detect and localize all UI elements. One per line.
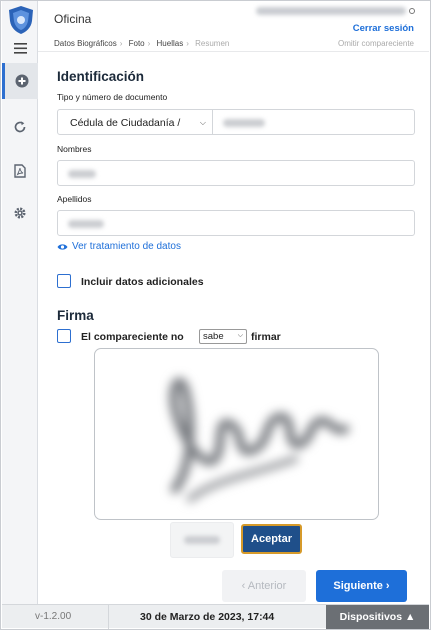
- signature-heading: Firma: [57, 308, 94, 323]
- privacy-link[interactable]: Ver tratamiento de datos: [57, 241, 181, 252]
- next-button[interactable]: Siguiente ›: [316, 570, 407, 602]
- signature-drawing: [169, 377, 350, 503]
- cannot-sign-checkbox[interactable]: [57, 329, 71, 343]
- identification-heading: Identificación: [57, 69, 145, 84]
- divider: [38, 51, 429, 52]
- version-label: v-1.2.00: [35, 611, 72, 622]
- previous-button[interactable]: ‹ Anterior: [222, 570, 306, 602]
- chevron-down-icon: ⌵: [237, 332, 243, 339]
- footer-bar: v-1.2.00 30 de Marzo de 2023, 17:44 Disp…: [2, 604, 429, 629]
- step-fingerprints[interactable]: Huellas: [157, 39, 184, 48]
- additional-data-label: Incluir datos adicionales: [81, 276, 204, 288]
- step-summary[interactable]: Resumen: [195, 39, 229, 48]
- devices-button[interactable]: Dispositivos ▲: [326, 605, 429, 629]
- additional-data-checkbox[interactable]: [57, 274, 71, 288]
- accept-signature-button[interactable]: Aceptar: [241, 524, 302, 554]
- page-title: Oficina: [54, 12, 92, 26]
- doc-number-input[interactable]: [212, 109, 415, 135]
- skip-person-link[interactable]: Omitir compareciente: [338, 39, 414, 48]
- privacy-link-label: Ver tratamiento de datos: [72, 241, 181, 252]
- date-label: 30 de Marzo de 2023, 17:44: [140, 611, 275, 623]
- user-name-redacted: [256, 7, 406, 15]
- can-sign-select[interactable]: sabe ⌵: [199, 329, 247, 344]
- status-dot-icon: [409, 8, 415, 14]
- pdf-file-icon[interactable]: [2, 153, 38, 189]
- redacted-value: [68, 170, 96, 178]
- chevron-down-icon: ⌵: [199, 118, 206, 127]
- refresh-icon[interactable]: [2, 109, 38, 145]
- doc-type-select[interactable]: Cédula de Ciudadanía / ⌵: [57, 109, 213, 135]
- clear-signature-button[interactable]: [170, 522, 234, 558]
- eye-icon: [57, 243, 68, 250]
- names-label: Nombres: [57, 144, 92, 154]
- left-rail: [2, 1, 38, 606]
- doc-type-value: Cédula de Ciudadanía /: [70, 117, 181, 129]
- steps-breadcrumb: Datos Biográficos › Foto › Huellas › Resume…: [54, 39, 230, 48]
- cannot-sign-prefix: El compareciente no: [81, 331, 184, 343]
- app-frame: Oficina Cerrar sesión Datos Biográficos ›…: [0, 0, 431, 630]
- surnames-label: Apellidos: [57, 194, 92, 204]
- gear-icon[interactable]: [2, 195, 38, 231]
- names-input[interactable]: [57, 160, 415, 186]
- logout-link[interactable]: Cerrar sesión: [353, 23, 414, 34]
- signature-pad[interactable]: [94, 348, 379, 520]
- surnames-input[interactable]: [57, 210, 415, 236]
- step-photo[interactable]: Foto: [129, 39, 145, 48]
- step-biographic[interactable]: Datos Biográficos: [54, 39, 117, 48]
- cannot-sign-suffix: firmar: [251, 331, 281, 343]
- redacted-label: [184, 536, 220, 544]
- doc-label: Tipo y número de documento: [57, 92, 168, 102]
- can-sign-value: sabe: [203, 331, 224, 342]
- shield-logo-icon: [9, 6, 33, 34]
- add-circle-icon[interactable]: [2, 63, 38, 99]
- redacted-value: [223, 119, 265, 127]
- divider: [108, 605, 109, 629]
- hamburger-menu-icon[interactable]: [2, 34, 38, 62]
- redacted-value: [68, 220, 104, 228]
